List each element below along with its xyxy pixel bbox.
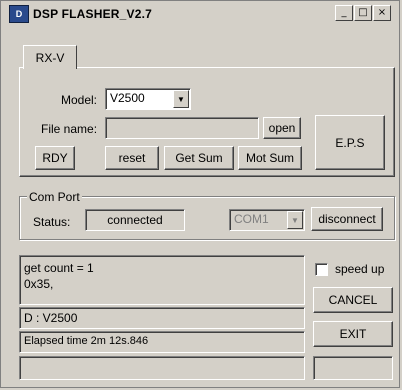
elapsed-time-text: Elapsed time 2m 12s.846: [24, 335, 149, 347]
exit-button[interactable]: EXIT: [313, 321, 393, 347]
id-field-text: D : V2500: [24, 311, 78, 325]
get-sum-button[interactable]: Get Sum: [164, 146, 234, 170]
reset-button[interactable]: reset: [105, 146, 159, 170]
title-bar: D DSP FLASHER_V2.7 _ □ ×: [3, 3, 397, 25]
file-name-input[interactable]: [105, 117, 259, 139]
log-line: get count = 1: [24, 261, 94, 275]
chevron-down-icon[interactable]: ▼: [173, 90, 189, 108]
chevron-down-icon[interactable]: ▼: [287, 211, 303, 229]
minimize-button[interactable]: _: [335, 5, 353, 21]
id-field: D : V2500: [19, 307, 305, 329]
window-title: DSP FLASHER_V2.7: [33, 7, 153, 21]
log-line: 0x35,: [24, 277, 54, 291]
elapsed-time-field: Elapsed time 2m 12s.846: [19, 331, 305, 353]
cancel-button[interactable]: CANCEL: [313, 287, 393, 313]
mot-sum-button[interactable]: Mot Sum: [238, 146, 302, 170]
disconnect-button[interactable]: disconnect: [311, 207, 383, 231]
model-label: Model:: [61, 93, 98, 107]
close-button[interactable]: ×: [373, 5, 391, 21]
model-select[interactable]: V2500 ▼: [105, 88, 191, 110]
maximize-button[interactable]: □: [354, 5, 372, 21]
com-port-select-value: COM1: [234, 212, 269, 226]
tab-rx-v[interactable]: RX-V: [23, 45, 77, 69]
open-button[interactable]: open: [263, 117, 301, 139]
status-label: Status:: [33, 215, 71, 229]
com-port-select[interactable]: COM1 ▼: [229, 209, 305, 231]
speed-up-checkbox[interactable]: [315, 263, 328, 276]
speed-up-label[interactable]: speed up: [335, 262, 384, 276]
com-port-group-label: Com Port: [27, 190, 82, 204]
eps-button[interactable]: E.P.S: [315, 115, 385, 170]
status-value: connected: [85, 209, 185, 231]
rdy-button[interactable]: RDY: [35, 146, 75, 170]
model-select-value: V2500: [110, 91, 145, 105]
side-status-field: [313, 356, 393, 380]
bottom-status-field: [19, 356, 305, 380]
title-buttons: _ □ ×: [335, 5, 391, 21]
dsp-app-icon: D: [9, 5, 29, 23]
file-name-label: File name:: [41, 122, 98, 136]
log-panel: get count = 1 0x35,: [19, 255, 305, 305]
dsp-flasher-window: D DSP FLASHER_V2.7 _ □ × RX-V Model: V25…: [0, 0, 400, 388]
